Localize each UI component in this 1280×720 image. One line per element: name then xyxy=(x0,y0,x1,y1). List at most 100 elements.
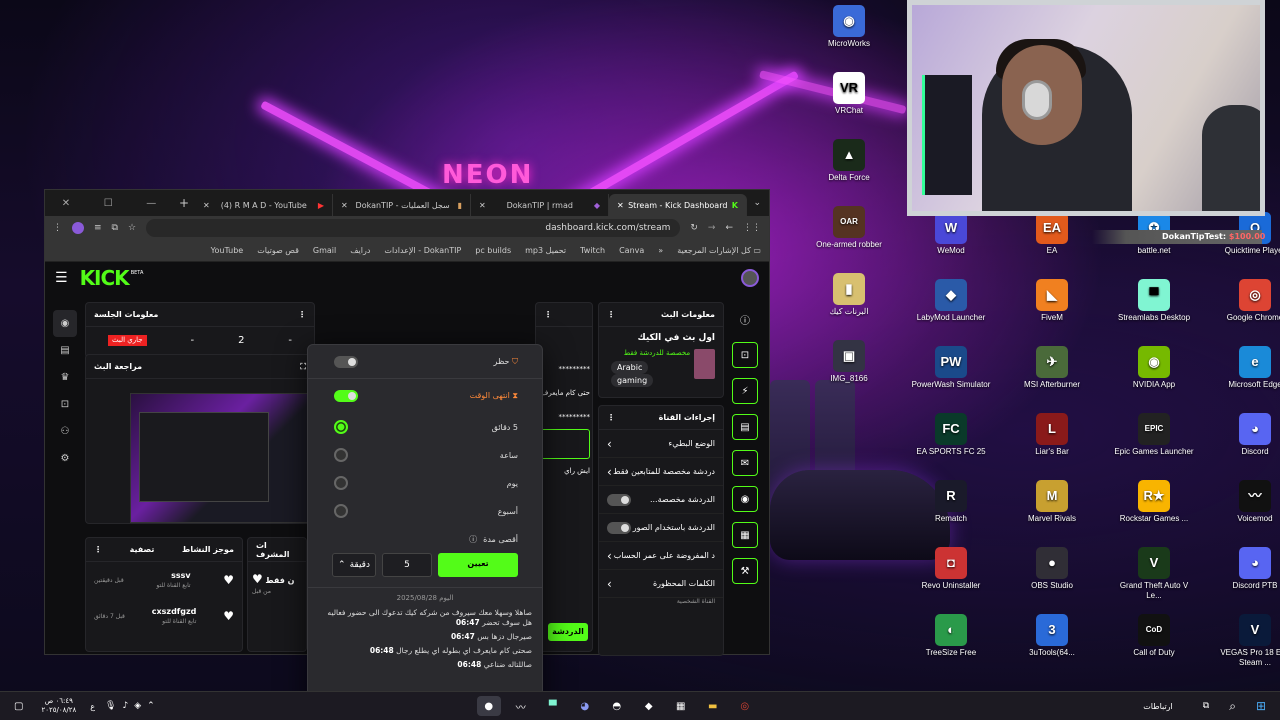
desktop-icon[interactable]: V VEGAS Pro 18 Edit Steam ... xyxy=(1215,614,1280,668)
channel-action-item[interactable]: الوضع البطيء › xyxy=(599,430,723,458)
media-icon[interactable]: ▦ xyxy=(732,522,758,548)
maximize-icon[interactable]: ☐ xyxy=(104,198,113,209)
desktop-icon[interactable]: ◕ Discord PTB xyxy=(1215,547,1280,591)
analytics-icon[interactable]: ▤ xyxy=(53,337,77,364)
desktop-icon[interactable]: CoD Call of Duty xyxy=(1114,614,1194,658)
taskbar-store-icon[interactable]: ▦ xyxy=(669,696,693,716)
desktop-icon[interactable]: ◘ Revo Uninstaller xyxy=(911,547,991,591)
more-icon[interactable]: ⋮ xyxy=(94,545,102,554)
search-icon[interactable]: ⌕ xyxy=(1229,699,1236,714)
camera-icon[interactable]: ⊡ xyxy=(732,342,758,368)
bookmark-overflow-icon[interactable]: « xyxy=(658,246,663,255)
radio-button[interactable] xyxy=(334,448,348,462)
timeout-option[interactable]: ساعة xyxy=(308,441,542,469)
timeout-option[interactable]: يوم xyxy=(308,469,542,497)
bookmark-audio-cut[interactable]: قص صوتيات xyxy=(257,246,299,255)
send-chat-button[interactable]: الدردشة xyxy=(548,623,588,641)
extensions-icon[interactable]: ⧉ xyxy=(112,223,118,233)
channel-action-item[interactable]: دردشة مخصصة للمتابعين فقط › xyxy=(599,458,723,486)
bolt-icon[interactable]: ⚡ xyxy=(732,378,758,404)
clock-date[interactable]: ٢٠٢٥/٠٨/٢٨ xyxy=(41,706,76,714)
taskbar-explorer-icon[interactable]: ▬ xyxy=(701,696,725,716)
bookmark-canva[interactable]: Canva xyxy=(619,246,644,255)
desktop-icon[interactable]: ▮ البرنات كيك xyxy=(809,273,889,317)
tab-kick-dashboard[interactable]: ✕ Stream - Kick Dashboard K xyxy=(609,194,747,216)
tab-youtube[interactable]: ✕ (4) R M A D - YouTube ▶ xyxy=(195,194,333,216)
task-view-icon[interactable]: ⧉ xyxy=(1203,701,1209,711)
desktop-icon[interactable]: ◣ FiveM xyxy=(1012,279,1092,323)
desktop-icon[interactable]: ▣ IMG_8166 xyxy=(809,340,889,384)
back-icon[interactable]: ← xyxy=(725,223,733,233)
desktop-icon[interactable]: ◕ Discord xyxy=(1215,413,1280,457)
taskbar-voicemod-icon[interactable]: 〰 xyxy=(509,696,533,716)
desktop-icon[interactable]: ◎ Google Chrome xyxy=(1215,279,1280,323)
desktop-icon[interactable]: L Liar's Bar xyxy=(1012,413,1092,457)
more-icon[interactable]: ⋮ xyxy=(298,310,306,319)
minimize-icon[interactable]: — xyxy=(146,198,156,209)
channel-action-toggle[interactable] xyxy=(607,493,631,506)
channel-action-toggle[interactable] xyxy=(607,521,631,534)
info-icon[interactable]: ⓘ xyxy=(732,306,758,332)
notification-icon[interactable]: ▢ xyxy=(14,701,23,712)
profile-avatar[interactable] xyxy=(72,222,84,234)
unit-select[interactable]: ⌃ دقيقة xyxy=(332,553,376,577)
clock-time[interactable]: ٠٦:٤٩ ص xyxy=(45,697,73,705)
radio-button[interactable] xyxy=(334,476,348,490)
network-icon[interactable]: ◈ xyxy=(134,701,141,711)
tab-close-icon[interactable]: ✕ xyxy=(341,201,348,210)
taskbar-epic-icon[interactable]: ◆ xyxy=(637,696,661,716)
desktop-icon[interactable]: VR VRChat xyxy=(809,72,889,116)
taskbar-discord-icon[interactable]: ◕ xyxy=(573,696,597,716)
channel-action-item[interactable]: الدردشة مخصصة... xyxy=(599,486,723,514)
chat-input[interactable] xyxy=(538,429,590,459)
community-icon[interactable]: ⚇ xyxy=(53,418,77,445)
bookmark-gmail[interactable]: Gmail xyxy=(313,246,336,255)
reload-icon[interactable]: ↻ xyxy=(690,223,698,233)
tab-dokantip-log[interactable]: ✕ DokanTIP - سجل العمليات ▮ xyxy=(333,194,471,216)
timeout-row[interactable]: ⧗ انتهى الوقت xyxy=(308,379,542,413)
desktop-icon[interactable]: ● OBS Studio xyxy=(1012,547,1092,591)
radio-button[interactable] xyxy=(334,504,348,518)
desktop-icon[interactable]: PW PowerWash Simulator xyxy=(911,346,991,390)
apply-button[interactable]: تعيين xyxy=(438,553,518,577)
menu-icon[interactable]: ⋮ xyxy=(53,223,62,233)
channel-action-item[interactable]: د المفروضة على عمر الحساب › xyxy=(599,542,723,570)
bookmark-twitch[interactable]: Twitch xyxy=(580,246,605,255)
bookmark-youtube[interactable]: YouTube xyxy=(211,246,244,255)
forward-icon[interactable]: → xyxy=(708,223,716,233)
wrench-icon[interactable]: ⚒ xyxy=(732,558,758,584)
desktop-icon[interactable]: M Marvel Rivals xyxy=(1012,480,1092,524)
volume-icon[interactable]: ♪ xyxy=(122,701,128,711)
moderation-icon[interactable]: ⊡ xyxy=(53,391,77,418)
more-icon[interactable]: ⋮ xyxy=(607,413,615,422)
channel-action-item[interactable]: الدردشة باستخدام الصور xyxy=(599,514,723,542)
desktop-icon[interactable]: ✈ MSI Afterburner xyxy=(1012,346,1092,390)
taskbar-streamlabs-icon[interactable]: ▀ xyxy=(541,696,565,716)
desktop-icon[interactable]: ◐ TreeSize Free xyxy=(911,614,991,658)
user-avatar[interactable] xyxy=(741,269,759,287)
stream-preview-video[interactable] xyxy=(130,393,314,523)
mic-icon[interactable]: 🎙 xyxy=(105,701,116,711)
language-indicator[interactable]: ع xyxy=(90,702,95,711)
tab-close-icon[interactable]: ✕ xyxy=(617,201,624,210)
start-icon[interactable]: ⊞ xyxy=(1256,699,1266,713)
bookmark-pc-builds[interactable]: pc builds xyxy=(475,246,511,255)
close-icon[interactable]: ✕ xyxy=(62,198,70,209)
more-icon[interactable]: ⋮ xyxy=(544,310,552,319)
taskbar-chrome-icon[interactable]: ◎ xyxy=(733,696,757,716)
desktop-icon[interactable]: FC EA SPORTS FC 25 xyxy=(911,413,991,457)
desktop-icon[interactable]: V Grand Theft Auto V Le... xyxy=(1114,547,1194,601)
desktop-icon[interactable]: R★ Rockstar Games ... xyxy=(1114,480,1194,524)
taskbar-app-icon[interactable]: ◓ xyxy=(605,696,629,716)
duration-input[interactable]: 5 xyxy=(382,553,432,577)
bookmark-dokantip-settings[interactable]: DokanTIP - الإعدادات xyxy=(384,246,461,255)
radio-button[interactable] xyxy=(334,420,348,434)
tray-chevron-icon[interactable]: ⌃ xyxy=(147,701,155,711)
desktop-icon[interactable]: OAR One-armed robber xyxy=(809,206,889,250)
desktop-icon[interactable]: ◉ NVIDIA App xyxy=(1114,346,1194,390)
more-icon[interactable]: ⋮ xyxy=(607,310,615,319)
apps-icon[interactable]: ⋮⋮ xyxy=(743,223,761,233)
broadcast-tool-icon[interactable]: ◉ xyxy=(732,486,758,512)
bookmark-all[interactable]: ▭ كل الإشارات المرجعية xyxy=(677,246,761,255)
customize-icon[interactable]: ≡ xyxy=(94,223,102,233)
